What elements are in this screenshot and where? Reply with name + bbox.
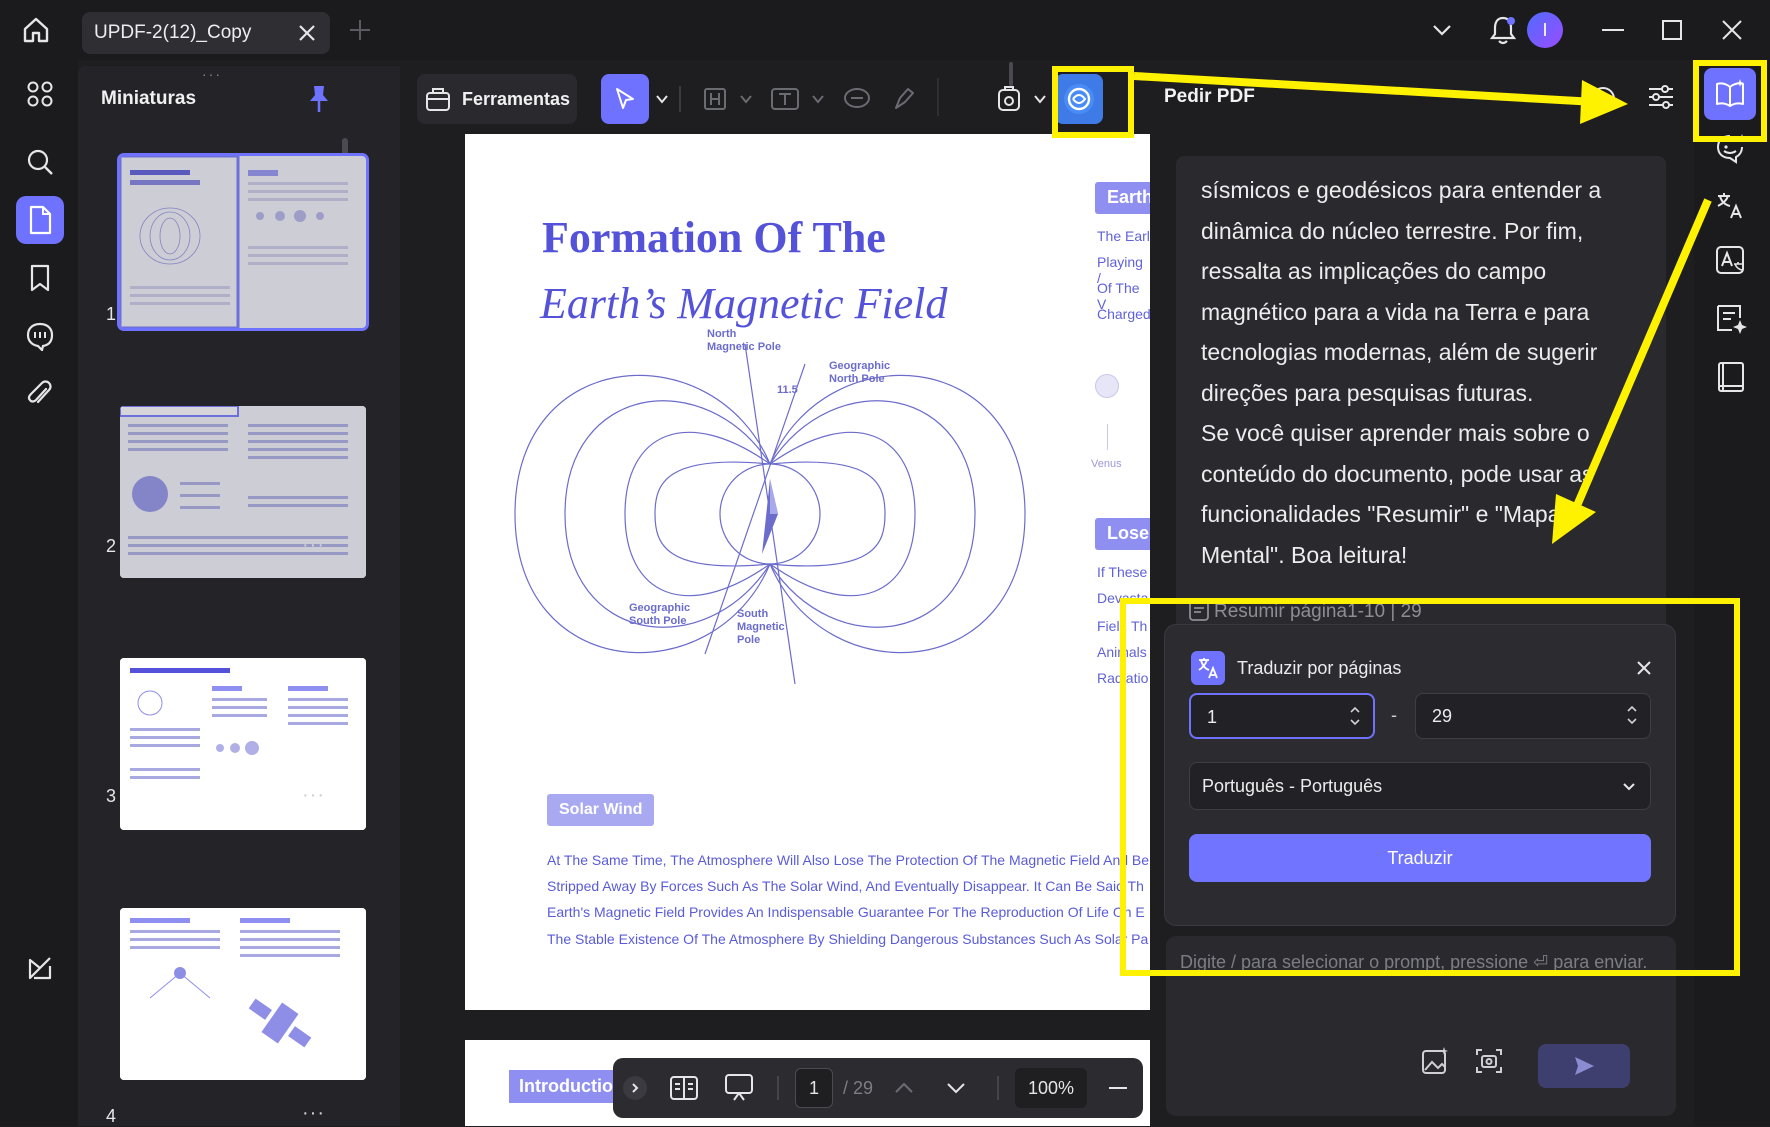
annotation-arrows (1133, 72, 1712, 544)
